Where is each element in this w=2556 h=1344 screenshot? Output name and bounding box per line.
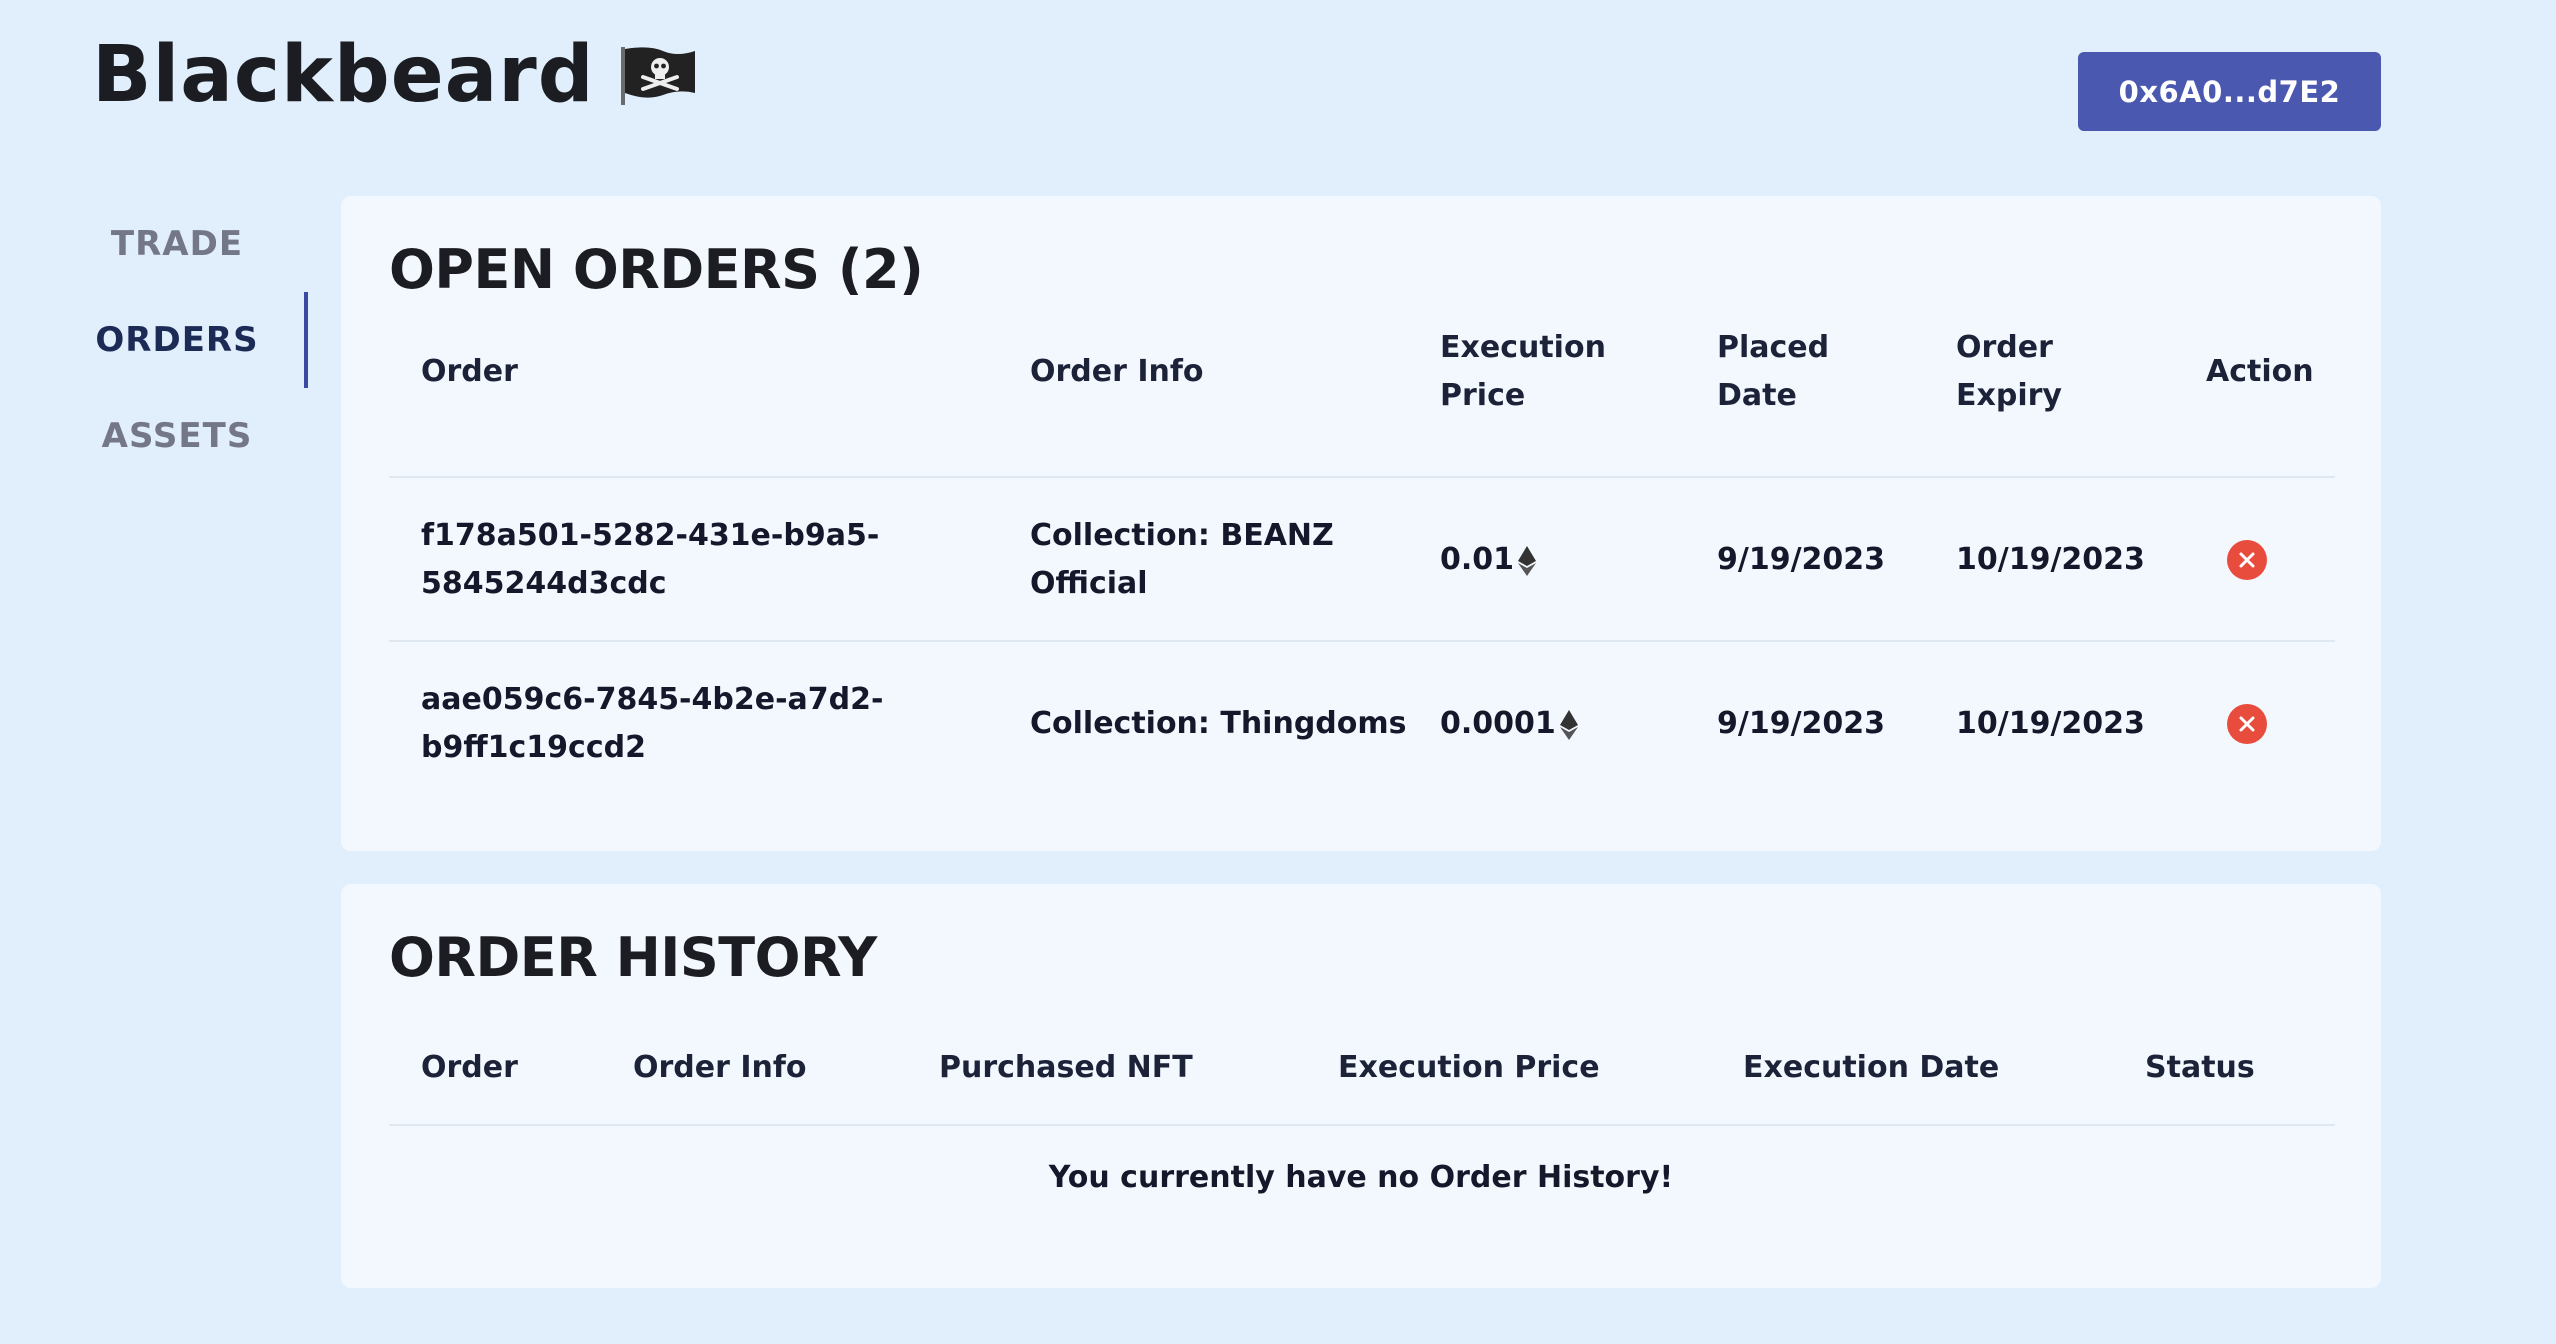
header-order-info: Order Info	[633, 1050, 807, 1085]
open-orders-card: OPEN ORDERS (2) Order Order Info Executi…	[341, 196, 2381, 851]
header-order: Order	[421, 1050, 518, 1085]
open-orders-title: OPEN ORDERS (2)	[389, 238, 924, 301]
order-info: Collection: BEANZ Official	[1030, 512, 1334, 608]
page: Blackbeard 0x6A0...d7E2 TRADE ORDERS ASS…	[0, 0, 2556, 1344]
order-info: Collection: Thingdoms	[1030, 706, 1407, 741]
sidebar-item-orders[interactable]: ORDERS	[60, 292, 308, 388]
order-info-line2: Official	[1030, 566, 1148, 601]
header-status: Status	[2145, 1050, 2255, 1085]
header-purchased-nft: Purchased NFT	[939, 1050, 1193, 1085]
cancel-order-button[interactable]	[2227, 704, 2267, 744]
sidebar-item-assets[interactable]: ASSETS	[60, 388, 294, 484]
execution-price: 0.0001	[1440, 700, 1578, 748]
order-expiry: 10/19/2023	[1956, 542, 2145, 577]
wallet-address-button[interactable]: 0x6A0...d7E2	[2078, 52, 2381, 131]
order-id: aae059c6-7845-4b2e-a7d2- b9ff1c19ccd2	[421, 676, 883, 772]
placed-date: 9/19/2023	[1717, 706, 1886, 741]
header-divider	[389, 1124, 2335, 1126]
order-history-title: ORDER HISTORY	[389, 926, 877, 989]
ethereum-icon	[1559, 709, 1578, 740]
order-id: f178a501-5282-431e-b9a5- 5845244d3cdc	[421, 512, 879, 608]
header-execution-date: Execution Date	[1743, 1050, 2000, 1085]
order-history-card: ORDER HISTORY Order Order Info Purchased…	[341, 884, 2381, 1288]
header-placed-date-line2: Date	[1717, 378, 1797, 413]
header-placed-date: Placed Date	[1717, 324, 1829, 420]
header-action: Action	[2206, 354, 2314, 389]
header-divider	[389, 476, 2335, 478]
header-execution-price-line2: Price	[1440, 378, 1526, 413]
header-order: Order	[421, 354, 518, 389]
header-order-expiry: Order Expiry	[1956, 324, 2062, 420]
order-expiry: 10/19/2023	[1956, 706, 2145, 741]
execution-price-value: 0.0001	[1440, 706, 1556, 741]
row-divider	[389, 640, 2335, 642]
empty-history-message: You currently have no Order History!	[1048, 1160, 1674, 1195]
header-order-info: Order Info	[1030, 354, 1204, 389]
order-id-line2: 5845244d3cdc	[421, 566, 667, 601]
brand: Blackbeard	[92, 30, 697, 120]
sidebar-item-trade[interactable]: TRADE	[60, 196, 294, 292]
close-icon	[2239, 716, 2255, 732]
header-order-expiry-line1: Order	[1956, 330, 2053, 365]
execution-price: 0.01	[1440, 536, 1537, 584]
header-execution-price-line1: Execution	[1440, 330, 1606, 365]
header-placed-date-line1: Placed	[1717, 330, 1830, 365]
placed-date: 9/19/2023	[1717, 542, 1886, 577]
order-id-line1: aae059c6-7845-4b2e-a7d2-	[421, 682, 884, 717]
header-order-expiry-line2: Expiry	[1956, 378, 2062, 413]
header-execution-price: Execution Price	[1338, 1050, 1600, 1085]
execution-price-value: 0.01	[1440, 542, 1515, 577]
order-info-line1: Collection: BEANZ	[1030, 518, 1334, 553]
header-execution-price: Execution Price	[1440, 324, 1606, 420]
pirate-flag-icon	[620, 47, 695, 105]
ethereum-icon	[1518, 545, 1537, 576]
order-id-line1: f178a501-5282-431e-b9a5-	[421, 518, 880, 553]
cancel-order-button[interactable]	[2227, 540, 2267, 580]
sidebar: TRADE ORDERS ASSETS	[60, 196, 310, 484]
order-id-line2: b9ff1c19ccd2	[421, 730, 646, 765]
app-title: Blackbeard	[92, 30, 595, 120]
close-icon	[2239, 552, 2255, 568]
